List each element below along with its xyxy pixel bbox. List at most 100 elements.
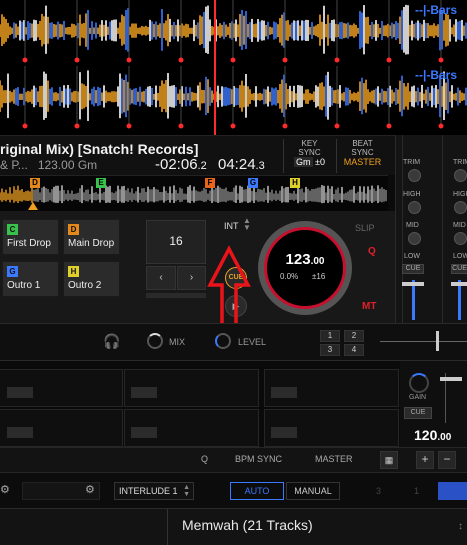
- loop-num-1[interactable]: 1: [414, 486, 419, 496]
- deck-button-3[interactable]: 3: [320, 344, 340, 356]
- overview-cue-g[interactable]: G: [248, 178, 258, 188]
- beat-jump-back-button[interactable]: ‹: [146, 266, 176, 290]
- overview-cue-h[interactable]: H: [290, 178, 300, 188]
- sampler-cue-button[interactable]: CUE: [404, 407, 432, 419]
- channel-fader-handle[interactable]: [402, 282, 424, 286]
- chevron-right-icon: ›: [189, 272, 194, 283]
- sampler-master-button[interactable]: MASTER: [315, 454, 353, 464]
- beat-jump-bar: [146, 293, 206, 298]
- mid-knob[interactable]: [408, 232, 421, 245]
- hot-cue-letter: H: [68, 266, 79, 277]
- key-value: Gm: [294, 157, 313, 167]
- low-label: LOW: [404, 253, 420, 260]
- sampler-slot-1[interactable]: [0, 369, 123, 407]
- loop-num-3[interactable]: 3: [376, 486, 381, 496]
- loop-bar: ⚙ ⚙ INTERLUDE 1 ▲ ▼ AUTO MANUAL 3 1: [0, 472, 467, 508]
- hot-cue-d[interactable]: D Main Drop: [63, 219, 120, 255]
- waveform-overview[interactable]: D E F G H: [0, 175, 388, 211]
- auto-button[interactable]: AUTO: [230, 482, 284, 500]
- beat-sync-label-top: BEAT: [352, 139, 373, 148]
- trim-knob[interactable]: [408, 169, 421, 182]
- preset-select[interactable]: INTERLUDE 1 ▲ ▼: [114, 482, 194, 500]
- channel-fader-track-2[interactable]: [458, 280, 461, 320]
- sampler-slots: [0, 361, 400, 447]
- level-knob[interactable]: [215, 333, 231, 349]
- sampler-slot-3[interactable]: [264, 369, 399, 407]
- plus-button[interactable]: +: [416, 451, 434, 469]
- gear-icon[interactable]: ⚙: [0, 483, 10, 496]
- elapsed-time: 04:24.3: [218, 156, 265, 173]
- minus-button[interactable]: −: [438, 451, 456, 469]
- trim-knob-2[interactable]: [454, 169, 467, 182]
- mix-knob[interactable]: [147, 333, 163, 349]
- deck-button-2[interactable]: 2: [344, 330, 364, 342]
- sampler-slot-6[interactable]: [264, 409, 399, 447]
- gear-icon-2[interactable]: ⚙: [85, 483, 95, 496]
- bpm-sync-button[interactable]: BPM SYNC: [235, 454, 282, 464]
- low-label-2: LOW: [453, 253, 467, 260]
- gain-knob[interactable]: [409, 373, 429, 393]
- playlist-title: Memwah (21 Tracks): [182, 517, 313, 533]
- mix-label: MIX: [169, 337, 186, 347]
- manual-button[interactable]: MANUAL: [286, 482, 340, 500]
- mixer-cue-button-2[interactable]: CUE: [451, 264, 467, 274]
- deck-controls: C First Drop D Main Drop G Outro 1 H Outro 2 16…: [0, 211, 395, 353]
- updown-icon[interactable]: ▲ ▼: [243, 217, 251, 232]
- channel-fader-track[interactable]: [412, 280, 415, 320]
- hot-cue-c[interactable]: C First Drop: [2, 219, 59, 255]
- trim-label: TRIM: [403, 159, 421, 166]
- waveform-area[interactable]: --|-Bars --|-Bars: [0, 0, 467, 135]
- remaining-time-frac: .2: [197, 160, 207, 172]
- beat-jump-forward-button[interactable]: ›: [177, 266, 206, 290]
- sort-icon[interactable]: ↕: [458, 521, 463, 532]
- slip-button[interactable]: SLIP: [355, 223, 375, 233]
- grid-icon[interactable]: ▦: [380, 451, 398, 469]
- preset-select-value: INTERLUDE 1: [119, 486, 178, 496]
- mid-label-2: MID: [453, 222, 466, 229]
- hot-cue-h[interactable]: H Outro 2: [63, 261, 120, 297]
- track-title: riginal Mix) [Snatch! Records]: [0, 141, 199, 157]
- deck-button-1[interactable]: 1: [320, 330, 340, 342]
- remaining-time-main: -02:06: [155, 156, 198, 173]
- artist-name: & P...: [0, 158, 28, 172]
- mid-knob-2[interactable]: [454, 232, 467, 245]
- hot-cue-g[interactable]: G Outro 1: [2, 261, 59, 297]
- key-sync-label-top: KEY: [301, 139, 318, 148]
- high-knob-2[interactable]: [454, 201, 467, 214]
- channel-fader-handle-2[interactable]: [451, 282, 467, 286]
- bars-label-top: --|-Bars: [414, 3, 457, 17]
- crossfader-handle[interactable]: [436, 331, 439, 351]
- jog-wheel[interactable]: 123.00 0.0% ±16: [258, 221, 352, 315]
- jog-ring: [264, 227, 346, 309]
- beat-jump-display: 16: [146, 220, 206, 264]
- sampler-quantize-button[interactable]: Q: [201, 454, 208, 464]
- sampler-slot-2[interactable]: [124, 369, 259, 407]
- overview-waveform: [0, 185, 387, 210]
- hot-cue-label: Main Drop: [68, 238, 115, 249]
- gain-label: GAIN: [409, 394, 427, 401]
- loop-active-segment[interactable]: [438, 482, 467, 500]
- int-label[interactable]: INT: [224, 221, 239, 231]
- overview-cue-e[interactable]: E: [96, 178, 106, 188]
- master-button[interactable]: MASTER: [337, 157, 388, 167]
- crossfader-track[interactable]: [380, 341, 467, 342]
- master-tempo-button[interactable]: MT: [362, 301, 376, 312]
- sampler-volume-handle[interactable]: [440, 377, 462, 381]
- sampler-slot-5[interactable]: [124, 409, 259, 447]
- browser-header: Memwah (21 Tracks) ↕: [0, 508, 467, 545]
- key-sync-label-bottom: SYNC: [298, 148, 321, 157]
- key-offset: ±0: [315, 157, 325, 167]
- chevron-left-icon: ‹: [159, 272, 163, 283]
- beat-jump-value: 16: [169, 234, 183, 248]
- sampler-bpm-frac: .00: [437, 432, 452, 443]
- mixer-cue-button[interactable]: CUE: [402, 264, 424, 274]
- high-knob[interactable]: [408, 201, 421, 214]
- beat-sync-button[interactable]: BEAT SYNC MASTER: [336, 139, 388, 173]
- key-sync-button[interactable]: KEY SYNC Gm ±0: [283, 139, 335, 173]
- sampler-slot-4[interactable]: [0, 409, 123, 447]
- deck-button-4[interactable]: 4: [344, 344, 364, 356]
- quantize-button[interactable]: Q: [368, 246, 376, 257]
- headphones-icon[interactable]: 🎧: [103, 333, 120, 350]
- overview-cue-f[interactable]: F: [205, 178, 215, 188]
- overview-cue-d[interactable]: D: [30, 178, 40, 188]
